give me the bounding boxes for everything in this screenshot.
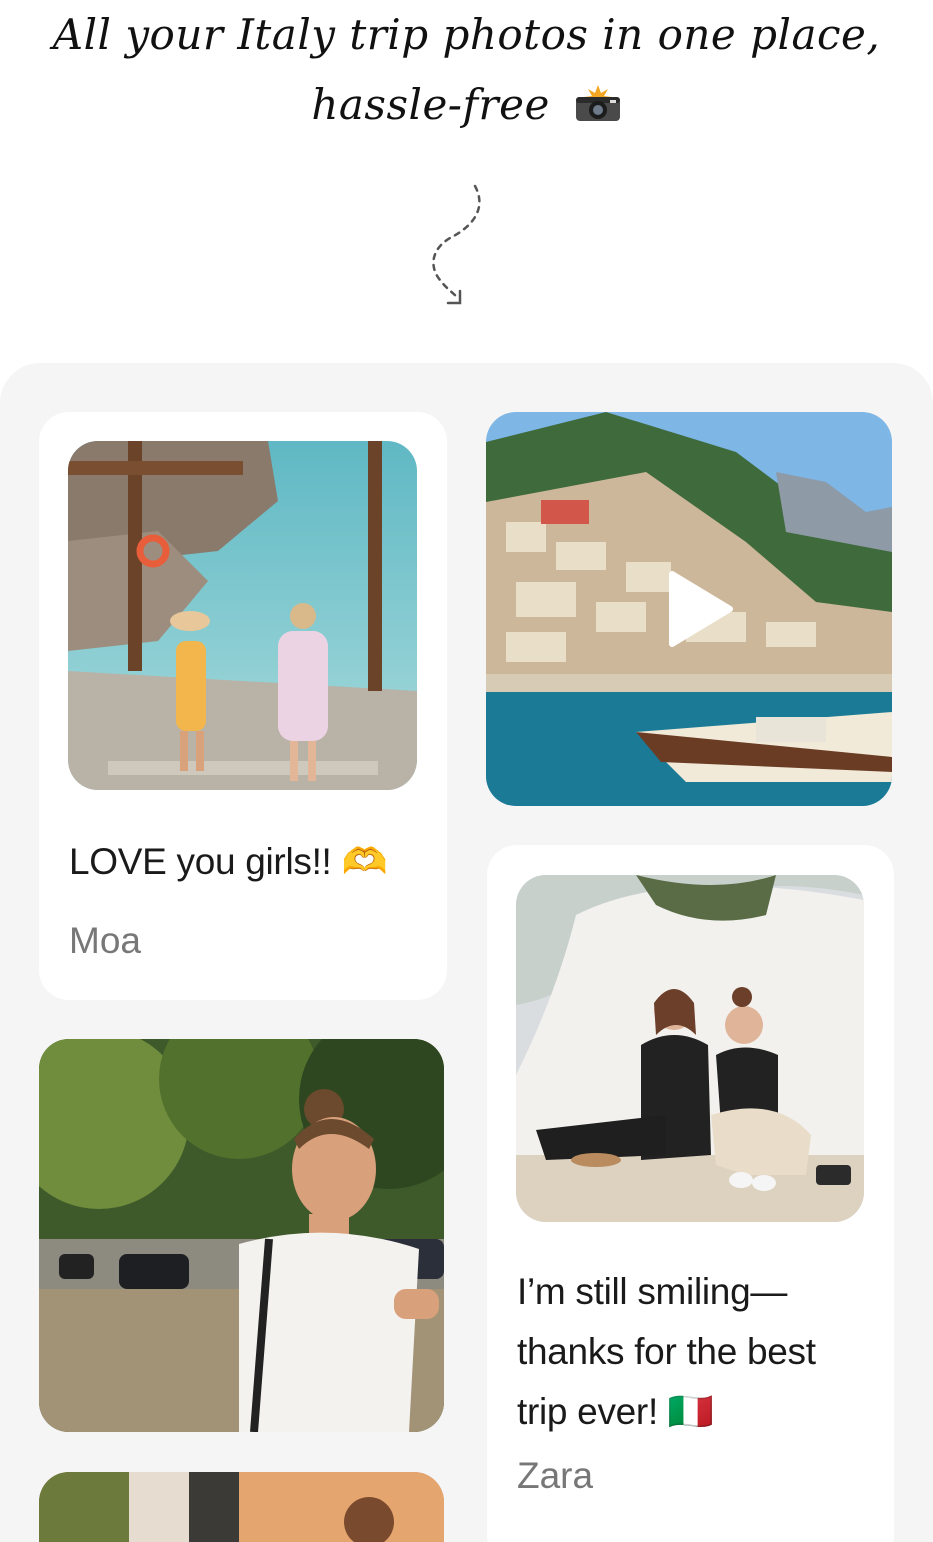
beach-stairs-photo[interactable] bbox=[68, 441, 417, 790]
caption-line-1: I’m still smiling— bbox=[517, 1271, 788, 1312]
post-author: Zara bbox=[517, 1455, 594, 1496]
headline-line-1: All your Italy trip photos in one place, bbox=[52, 10, 881, 59]
headline-line-2-text: hassle-free bbox=[311, 80, 550, 129]
headline: All your Italy trip photos in one place,… bbox=[0, 0, 933, 140]
post-card-zara[interactable]: I’m still smiling— thanks for the best t… bbox=[487, 845, 894, 1542]
caption-line-2: thanks for the best bbox=[517, 1331, 816, 1372]
camera-flash-icon bbox=[574, 85, 622, 123]
play-icon[interactable] bbox=[664, 570, 734, 648]
caption-line-3: trip ever! 🇮🇹 bbox=[517, 1391, 714, 1432]
two-women-wall-photo[interactable] bbox=[516, 875, 864, 1222]
post-caption: LOVE you girls!! 🫶 bbox=[69, 841, 388, 882]
post-caption: I’m still smiling— thanks for the best t… bbox=[517, 1262, 816, 1442]
dashed-arrow-icon bbox=[420, 180, 490, 315]
woman-smiling-photo[interactable] bbox=[39, 1039, 444, 1432]
post-author: Moa bbox=[69, 920, 141, 961]
cafe-photo-partial[interactable] bbox=[39, 1472, 444, 1542]
post-card-moa[interactable]: LOVE you girls!! 🫶 Moa bbox=[39, 412, 447, 1000]
gallery-panel: LOVE you girls!! 🫶 Moa I’m still smiling… bbox=[0, 363, 933, 1542]
positano-video[interactable] bbox=[486, 412, 892, 806]
headline-line-2: hassle-free bbox=[0, 70, 933, 140]
